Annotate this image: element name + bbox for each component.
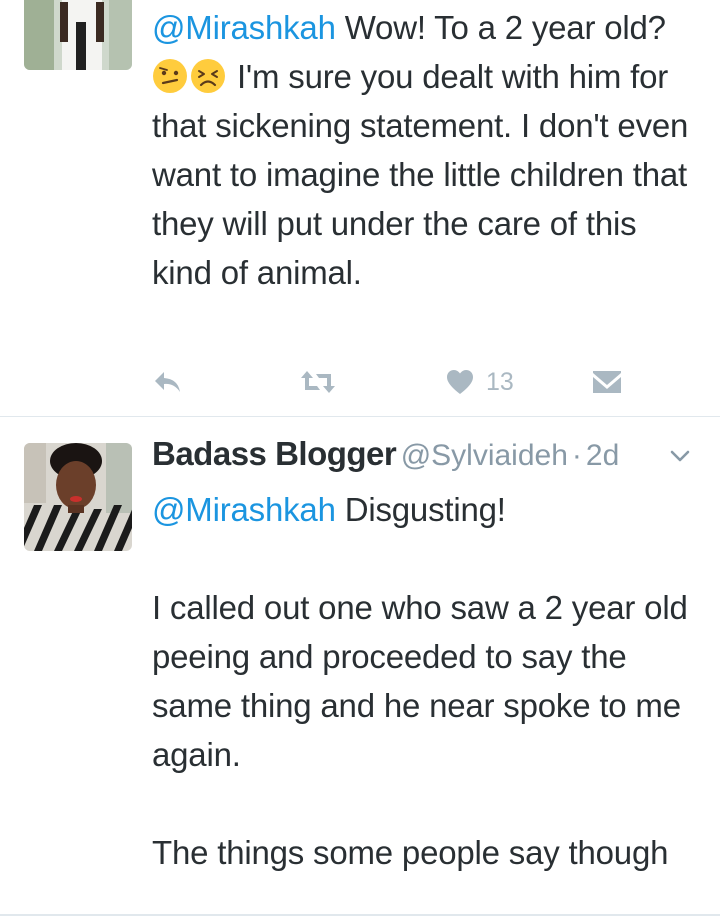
tweet-timestamp[interactable]: 2d: [586, 439, 619, 472]
avatar-image: [24, 0, 132, 70]
tweet-text: @Mirashkah Disgusting! I called out one …: [152, 485, 702, 877]
avatar[interactable]: [24, 443, 132, 551]
tweet-text-part: Disgusting!: [335, 491, 506, 528]
retweet-icon: [301, 371, 335, 393]
chevron-down-icon: [670, 450, 690, 462]
header-separator: ·: [571, 439, 582, 472]
tweet-text-part: Wow! To a 2 year old?: [335, 9, 666, 46]
tweet-paragraph: The things some people say though: [152, 834, 669, 871]
message-icon: [593, 371, 621, 393]
persevering-face-icon: [190, 58, 226, 94]
like-button[interactable]: 13: [446, 362, 514, 402]
tweet-menu-button[interactable]: [670, 449, 690, 468]
tweet-paragraph: I called out one who saw a 2 year old pe…: [152, 589, 688, 773]
tweet-actions: 13: [152, 362, 632, 402]
author-name[interactable]: Badass Blogger: [152, 435, 397, 472]
tweet[interactable]: Badass Blogger @Sylviaideh · 2d @Mirashkah…: [0, 417, 720, 916]
confused-face-icon: [152, 58, 188, 94]
mention-link[interactable]: @Mirashkah: [152, 9, 336, 46]
reply-icon: [155, 372, 180, 392]
reply-button[interactable]: [152, 362, 182, 402]
author-handle[interactable]: @Sylviaideh: [401, 439, 568, 472]
tweet-paragraph: @Mirashkah Disgusting!: [152, 485, 702, 534]
tweet[interactable]: @Mirashkah Wow! To a 2 year old? I'm sur…: [0, 0, 720, 416]
avatar-image: [24, 443, 132, 551]
retweet-button[interactable]: [300, 362, 336, 402]
direct-message-button[interactable]: [592, 362, 622, 402]
tweet-header: Badass Blogger @Sylviaideh · 2d: [152, 435, 712, 479]
avatar[interactable]: [24, 0, 132, 70]
mention-link[interactable]: @Mirashkah: [152, 491, 336, 528]
heart-icon: [447, 370, 473, 394]
tweet-text-part: I'm sure you dealt with him for that sic…: [152, 58, 689, 291]
tweet-text: @Mirashkah Wow! To a 2 year old? I'm sur…: [152, 3, 702, 297]
like-count: 13: [486, 367, 514, 396]
